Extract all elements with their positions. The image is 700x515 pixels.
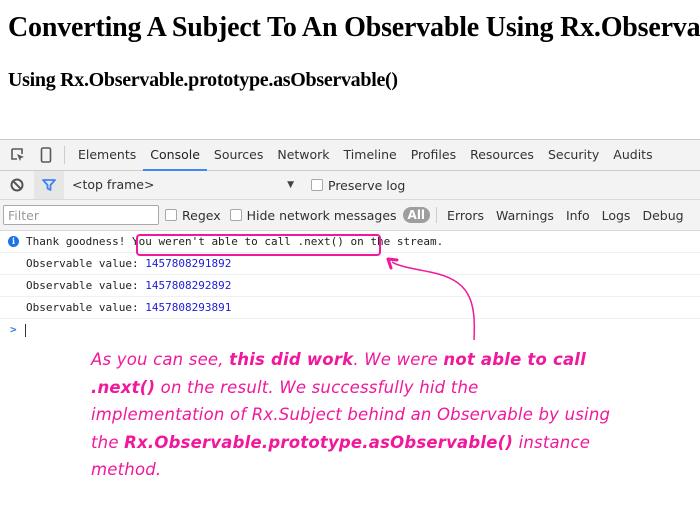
filter-input[interactable]	[3, 205, 159, 225]
log-value: 1457808291892	[145, 257, 232, 270]
tab-elements[interactable]: Elements	[71, 140, 143, 170]
filter-icon	[42, 178, 56, 191]
highlight-box	[136, 234, 381, 256]
level-logs-button[interactable]: Logs	[596, 208, 637, 223]
annotation-emphasis: this did work	[229, 350, 354, 369]
annotation-segment: As you can see,	[91, 350, 230, 369]
log-label: Observable value:	[26, 301, 146, 314]
console-prompt[interactable]: >	[0, 319, 700, 340]
tab-sources[interactable]: Sources	[207, 140, 270, 170]
text-caret	[24, 323, 26, 337]
tab-profiles[interactable]: Profiles	[404, 140, 463, 170]
info-prefix: Thank goodness!	[26, 235, 132, 248]
tab-timeline[interactable]: Timeline	[337, 140, 404, 170]
hide-network-option[interactable]: Hide network messages	[229, 207, 397, 223]
console-log-row: Observable value: 1457808292892	[0, 275, 700, 297]
console-filter-bar: Regex Hide network messages All Errors W…	[0, 200, 700, 231]
block-icon	[10, 178, 24, 192]
devtools-tabbar: Elements Console Sources Network Timelin…	[0, 140, 700, 171]
level-divider	[436, 207, 438, 223]
regex-label: Regex	[182, 207, 221, 223]
prompt-chevron-icon: >	[10, 323, 17, 336]
preserve-log-checkbox[interactable]	[311, 179, 323, 191]
page-title: Converting A Subject To An Observable Us…	[8, 12, 700, 43]
level-info-button[interactable]: Info	[560, 208, 596, 223]
info-icon: i	[8, 236, 19, 247]
regex-checkbox[interactable]	[165, 209, 177, 221]
inspect-element-icon[interactable]	[4, 140, 32, 170]
level-all-button[interactable]: All	[402, 207, 431, 223]
device-mode-icon[interactable]	[32, 140, 60, 170]
dropdown-arrow-icon: ▼	[287, 180, 294, 190]
log-value: 1457808292892	[145, 279, 232, 292]
filter-toggle-button[interactable]	[34, 171, 64, 199]
annotation-emphasis: Rx.Observable.prototype.asObservable()	[124, 432, 514, 452]
frame-select-value: <top frame>	[72, 177, 155, 192]
level-warnings-button[interactable]: Warnings	[490, 208, 560, 223]
tab-audits[interactable]: Audits	[606, 140, 659, 170]
level-errors-button[interactable]: Errors	[441, 208, 490, 223]
hide-network-label: Hide network messages	[246, 207, 397, 223]
clear-console-button[interactable]	[0, 171, 34, 199]
tab-security[interactable]: Security	[541, 140, 606, 170]
annotation-segment: . We were	[353, 350, 444, 369]
frame-select[interactable]: <top frame> ▼	[64, 171, 294, 199]
log-value: 1457808293891	[145, 301, 232, 314]
console-log-row: Observable value: 1457808291892	[0, 253, 700, 275]
tab-resources[interactable]: Resources	[463, 140, 541, 170]
console-toolbar: <top frame> ▼ Preserve log	[0, 171, 700, 200]
tab-network[interactable]: Network	[270, 140, 336, 170]
regex-option[interactable]: Regex	[165, 208, 221, 223]
log-label: Observable value:	[26, 257, 146, 270]
page-subtitle: Using Rx.Observable.prototype.asObservab…	[8, 69, 398, 91]
hide-network-checkbox[interactable]	[229, 209, 242, 221]
toolbar-divider	[64, 146, 65, 164]
preserve-log-option[interactable]: Preserve log	[311, 178, 405, 193]
console-log-row: Observable value: 1457808293891	[0, 297, 700, 319]
log-label: Observable value:	[26, 279, 146, 292]
level-debug-button[interactable]: Debug	[636, 208, 689, 223]
tab-console[interactable]: Console	[143, 140, 207, 171]
annotation-text: As you can see, this did work. We were n…	[91, 346, 611, 484]
preserve-log-label: Preserve log	[328, 177, 406, 193]
